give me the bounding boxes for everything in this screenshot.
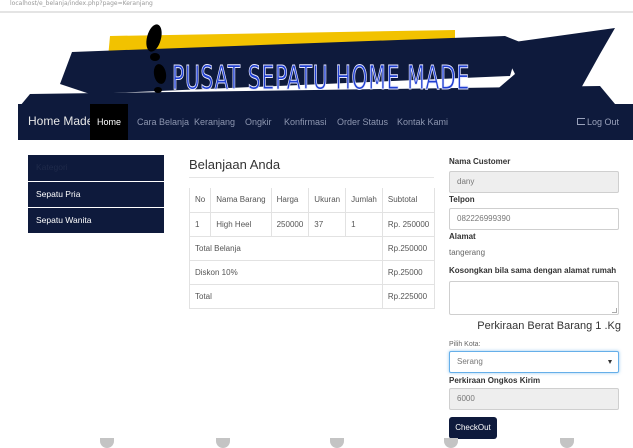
total-value: Rp.225000 [381, 283, 436, 309]
ongkos-field[interactable]: 6000 [449, 388, 619, 410]
cell-jumlah: 1 [345, 211, 383, 237]
kota-selected-value: Serang [457, 357, 483, 366]
col-header-harga: Harga [270, 188, 310, 213]
customer-field[interactable]: dany [449, 171, 619, 193]
telpon-field[interactable]: 082226999390 [449, 208, 619, 230]
weight-estimate: Perkiraan Berat Barang 1 .Kg [477, 320, 621, 332]
nav-cara-belanja[interactable]: Cara Belanja [137, 104, 189, 140]
total-row: Total Rp.225000 [189, 283, 436, 309]
nav-home[interactable]: Home [90, 104, 129, 140]
browser-divider [0, 11, 633, 13]
navbar-brand[interactable]: Home Made [28, 114, 93, 128]
resize-grip-icon[interactable] [612, 308, 617, 313]
diskon-row: Diskon 10% Rp.25000 [189, 259, 436, 285]
sidebar-item-sepatu-wanita[interactable]: Sepatu Wanita [28, 208, 164, 233]
kosongkan-label: Kosongkan bila sama dengan alamat rumah [449, 266, 617, 275]
nav-konfirmasi[interactable]: Konfirmasi [284, 104, 327, 140]
cell-no: 1 [188, 211, 212, 237]
chevron-down-icon [608, 360, 612, 364]
total-belanja-row: Total Belanja Rp.250000 [189, 235, 436, 261]
table-row: 1 High Heel 250000 37 1 Rp. 250000 [188, 211, 436, 237]
ongkos-label: Perkiraan Ongkos Kirim [449, 376, 541, 385]
category-sidebar: Kategori Sepatu Pria Sepatu Wanita [28, 155, 164, 234]
total-label: Total [189, 283, 383, 309]
decor-shape [100, 438, 114, 448]
site-logo-text: PUSAT SEPATU HOME MADE [172, 58, 470, 98]
logout-icon [576, 118, 585, 126]
logout-label: Log Out [586, 117, 619, 127]
logout-link[interactable]: Log Out [576, 104, 619, 140]
cart-title: Belanjaan Anda [189, 157, 281, 172]
cell-ukuran: 37 [308, 211, 347, 237]
kota-label: Pilih Kota: [449, 341, 481, 348]
total-belanja-value: Rp.250000 [381, 235, 436, 261]
customer-label: Nama Customer [449, 157, 511, 166]
site-banner: PUSAT SEPATU HOME MADE [0, 14, 633, 106]
col-header-jumlah: Jumlah [345, 188, 383, 213]
sidebar-header: Kategori [28, 155, 164, 181]
sidebar-item-sepatu-pria[interactable]: Sepatu Pria [28, 182, 164, 207]
alamat-value: tangerang [449, 248, 486, 257]
col-header-no: No [188, 188, 212, 213]
col-header-ukuran: Ukuran [308, 188, 347, 213]
nav-keranjang[interactable]: Keranjang [194, 104, 235, 140]
decor-shape [444, 438, 458, 448]
cell-nama-barang: High Heel [210, 211, 272, 237]
diskon-label: Diskon 10% [189, 259, 383, 285]
alamat-label: Alamat [449, 232, 476, 241]
kota-select[interactable]: Serang [449, 351, 619, 373]
col-header-subtotal: Subtotal [381, 188, 436, 213]
table-header-row: No Nama Barang Harga Ukuran Jumlah Subto… [188, 188, 436, 213]
telpon-label: Telpon [449, 195, 475, 204]
col-header-nama-barang: Nama Barang [210, 188, 272, 213]
top-navbar: Home Made Home Cara Belanja Keranjang On… [18, 104, 633, 140]
decor-shape [216, 438, 230, 448]
nav-kontak-kami[interactable]: Kontak Kami [397, 104, 448, 140]
cart-table: No Nama Barang Harga Ukuran Jumlah Subto… [188, 188, 436, 309]
nav-ongkir[interactable]: Ongkir [245, 104, 272, 140]
cart-title-divider [189, 177, 434, 178]
cell-harga: 250000 [270, 211, 310, 237]
decor-shape [330, 438, 344, 448]
nav-order-status[interactable]: Order Status [337, 104, 388, 140]
total-belanja-label: Total Belanja [189, 235, 383, 261]
decor-shape [560, 438, 574, 448]
cell-subtotal: Rp. 250000 [381, 211, 436, 237]
alamat-kirim-textarea[interactable] [449, 281, 619, 315]
browser-url[interactable]: localhost/e_belanja/index.php?page=Keran… [10, 0, 310, 10]
checkout-button[interactable]: CheckOut [449, 417, 497, 439]
diskon-value: Rp.25000 [381, 259, 436, 285]
